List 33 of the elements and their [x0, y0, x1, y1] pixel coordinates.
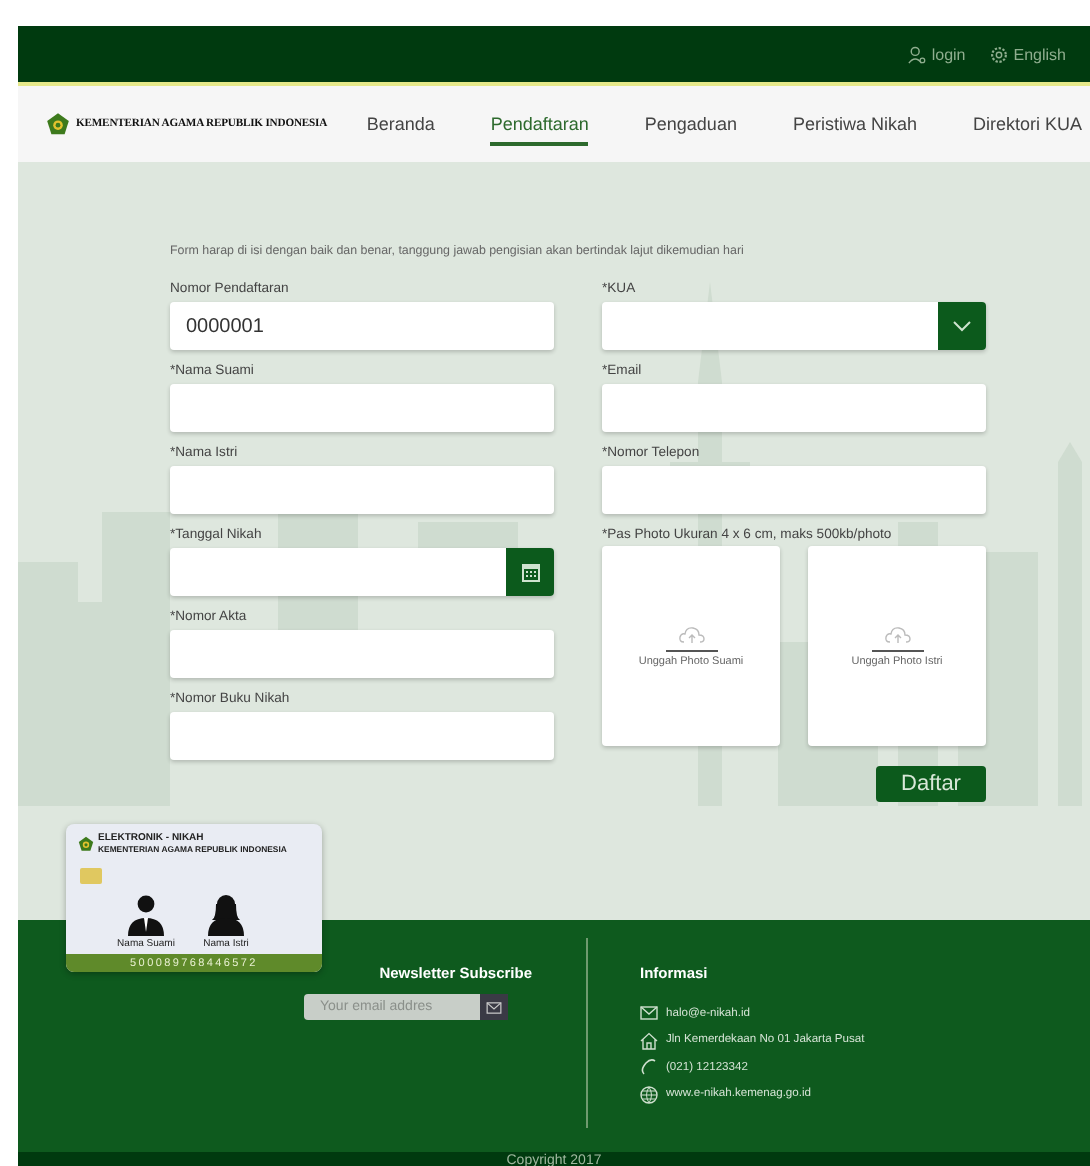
input-field[interactable]: [170, 384, 554, 432]
nav-tab[interactable]: Direktori KUA: [972, 102, 1082, 146]
globe-icon: [640, 1085, 658, 1104]
subscribe-button[interactable]: [480, 994, 508, 1020]
nav-tab[interactable]: Pengaduan: [644, 102, 737, 146]
person-silhouette-icon: [126, 892, 166, 936]
user-icon: [907, 45, 926, 63]
input-field[interactable]: 0000001: [170, 302, 554, 350]
input-field[interactable]: [170, 630, 554, 678]
envelope-icon: [640, 1006, 658, 1021]
login-link[interactable]: login: [907, 45, 966, 63]
nav-tab[interactable]: Pendaftaran: [490, 102, 589, 146]
submit-button[interactable]: Daftar: [876, 766, 986, 802]
date-field[interactable]: [170, 548, 554, 596]
chevron-down-icon: [952, 320, 972, 332]
cloud-upload-icon: [677, 625, 705, 645]
person-silhouette-icon: [206, 892, 246, 936]
input-field[interactable]: [170, 466, 554, 514]
house-icon: [640, 1031, 658, 1050]
gear-icon: [989, 45, 1008, 63]
emblem-icon: [78, 836, 94, 852]
input-field[interactable]: [170, 712, 554, 760]
language-link[interactable]: English: [989, 45, 1066, 63]
nav-tab[interactable]: Beranda: [366, 102, 435, 146]
cloud-upload-icon: [883, 625, 911, 645]
input-field[interactable]: [602, 384, 986, 432]
calendar-icon: [521, 562, 539, 582]
dropdown-field[interactable]: [602, 302, 986, 350]
envelope-icon: [486, 1001, 502, 1013]
nav-tab[interactable]: Peristiwa Nikah: [792, 102, 917, 146]
input-field[interactable]: [602, 466, 986, 514]
chip-icon: [80, 868, 102, 884]
emblem-icon: [46, 112, 70, 136]
